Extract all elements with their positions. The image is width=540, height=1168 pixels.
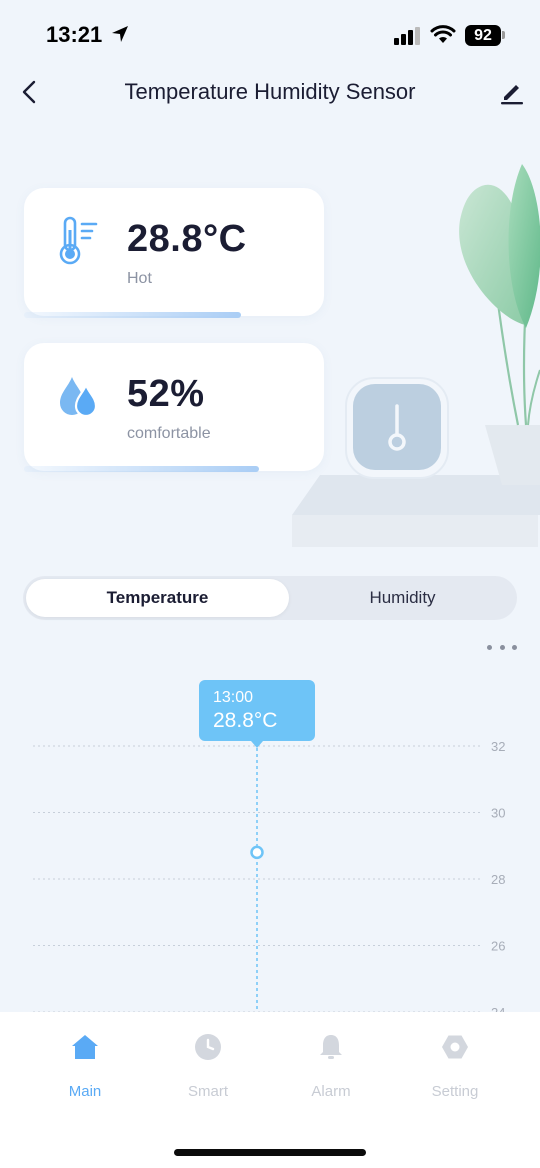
water-drops-icon: [60, 377, 98, 418]
tab-alarm[interactable]: Alarm: [281, 1032, 381, 1100]
sensor-illustration: [292, 164, 540, 547]
tooltip-value: 28.8°C: [213, 709, 278, 732]
bottom-tab-bar: Main Smart Alarm Setting: [0, 1012, 540, 1168]
nav-bar: Temperature Humidity Sensor: [0, 70, 540, 114]
battery-tip: [502, 31, 505, 39]
humidity-card[interactable]: 52% comfortable: [24, 343, 324, 471]
thermometer-icon: [59, 216, 98, 265]
y-tick-label: 32: [491, 739, 505, 754]
y-tick-label: 26: [491, 939, 505, 954]
humidity-status: comfortable: [127, 425, 211, 442]
tab-smart[interactable]: Smart: [158, 1032, 258, 1100]
tab-label: Alarm: [311, 1083, 351, 1100]
cellular-signal-icon: [394, 27, 420, 45]
tab-label: Main: [68, 1083, 102, 1100]
battery-indicator: 92: [465, 25, 501, 46]
tooltip-pointer: [251, 741, 263, 748]
chart-type-segment: Temperature Humidity: [23, 576, 517, 620]
temperature-card[interactable]: 28.8°C Hot: [24, 188, 324, 316]
dot: [499, 644, 505, 650]
data-point[interactable]: [250, 845, 264, 860]
temperature-value: 28.8°C: [127, 218, 247, 260]
pencil-icon: [501, 85, 523, 105]
dot: [512, 644, 517, 650]
bell-icon: [320, 1035, 342, 1059]
dot: [487, 644, 492, 650]
tab-humidity[interactable]: Humidity: [291, 579, 514, 617]
status-time: 13:21: [46, 22, 103, 47]
clock-icon: [195, 1034, 221, 1060]
home-icon: [72, 1035, 98, 1059]
tab-main[interactable]: Main: [35, 1032, 135, 1100]
location-arrow-icon: [112, 26, 128, 42]
home-indicator: [174, 1149, 366, 1156]
tooltip-time: 13:00: [213, 689, 254, 706]
tab-label: Setting: [431, 1083, 479, 1100]
chart-tooltip: 13:00 28.8°C: [199, 680, 315, 748]
hexagon-icon: [442, 1035, 468, 1059]
temperature-status: Hot: [127, 270, 152, 287]
wifi-icon: [430, 25, 456, 43]
tab-temperature[interactable]: Temperature: [26, 579, 289, 617]
tab-label: Smart: [187, 1083, 228, 1100]
y-tick-label: 30: [491, 806, 505, 821]
humidity-level-bar: [24, 466, 259, 472]
temperature-level-bar: [24, 312, 241, 318]
tab-setting[interactable]: Setting: [405, 1032, 505, 1100]
humidity-value: 52%: [127, 373, 205, 415]
edit-button[interactable]: [496, 76, 528, 108]
more-options-button[interactable]: [484, 638, 520, 656]
y-tick-label: 24: [491, 1005, 505, 1012]
status-bar: 13:21 92: [0, 0, 540, 70]
y-tick-label: 28: [491, 872, 505, 887]
page-title: Temperature Humidity Sensor: [124, 79, 416, 104]
